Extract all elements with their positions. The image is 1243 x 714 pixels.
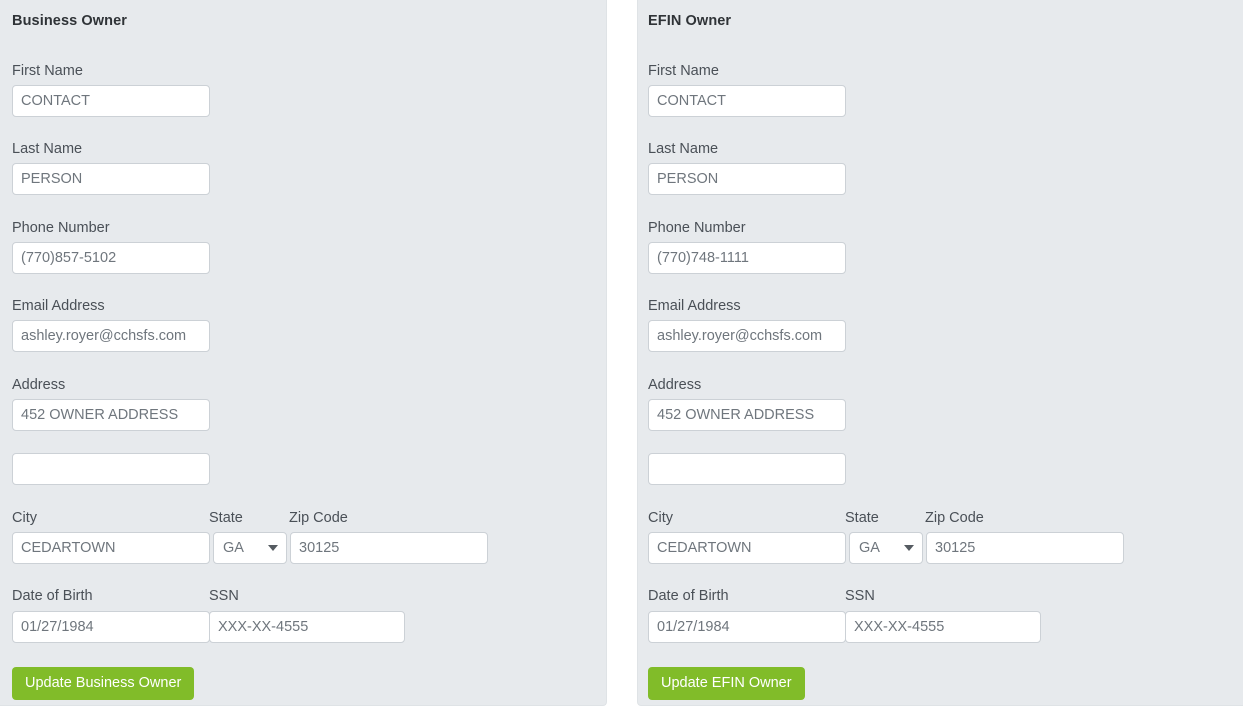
business-last-name-input[interactable]: PERSON: [12, 163, 210, 195]
efin-state-select[interactable]: GA: [849, 532, 923, 564]
business-address-line2-input[interactable]: [12, 453, 210, 485]
business-phone-input[interactable]: (770)857-5102: [12, 242, 210, 274]
efin-address-label: Address: [648, 378, 701, 393]
efin-first-name-input[interactable]: CONTACT: [648, 85, 846, 117]
efin-ssn-label: SSN: [845, 589, 875, 604]
business-city-label: City: [12, 511, 37, 526]
efin-email-label: Email Address: [648, 299, 741, 314]
business-state-select[interactable]: GA: [213, 532, 287, 564]
efin-address-line1-input[interactable]: 452 OWNER ADDRESS: [648, 399, 846, 431]
efin-phone-input[interactable]: (770)748-1111: [648, 242, 846, 274]
efin-state-label: State: [845, 511, 879, 526]
efin-last-name-input[interactable]: PERSON: [648, 163, 846, 195]
business-owner-title: Business Owner: [12, 13, 127, 29]
business-city-input[interactable]: CEDARTOWN: [12, 532, 210, 564]
business-zip-label: Zip Code: [289, 511, 348, 526]
business-last-name-label: Last Name: [12, 142, 82, 157]
business-address-line1-input[interactable]: 452 OWNER ADDRESS: [12, 399, 210, 431]
efin-state-value: GA: [859, 533, 880, 563]
business-zip-input[interactable]: 30125: [290, 532, 488, 564]
efin-zip-label: Zip Code: [925, 511, 984, 526]
efin-city-label: City: [648, 511, 673, 526]
business-first-name-label: First Name: [12, 64, 83, 79]
efin-first-name-label: First Name: [648, 64, 719, 79]
update-business-owner-button[interactable]: Update Business Owner: [12, 667, 194, 700]
efin-owner-panel: EFIN Owner First Name CONTACT Last Name …: [637, 0, 1243, 706]
business-dob-label: Date of Birth: [12, 589, 93, 604]
efin-email-input[interactable]: ashley.royer@cchsfs.com: [648, 320, 846, 352]
business-state-label: State: [209, 511, 243, 526]
update-efin-owner-button[interactable]: Update EFIN Owner: [648, 667, 805, 700]
business-ssn-label: SSN: [209, 589, 239, 604]
efin-city-input[interactable]: CEDARTOWN: [648, 532, 846, 564]
business-phone-label: Phone Number: [12, 221, 110, 236]
efin-dob-label: Date of Birth: [648, 589, 729, 604]
owner-forms-page: Business Owner First Name CONTACT Last N…: [0, 0, 1243, 714]
chevron-down-icon: [268, 545, 278, 551]
business-state-value: GA: [223, 533, 244, 563]
chevron-down-icon: [904, 545, 914, 551]
business-owner-panel-body: Business Owner First Name CONTACT Last N…: [0, 0, 606, 705]
efin-address-line2-input[interactable]: [648, 453, 846, 485]
business-ssn-input[interactable]: XXX-XX-4555: [209, 611, 405, 643]
efin-zip-input[interactable]: 30125: [926, 532, 1124, 564]
efin-phone-label: Phone Number: [648, 221, 746, 236]
efin-owner-panel-body: EFIN Owner First Name CONTACT Last Name …: [638, 0, 1243, 705]
business-address-label: Address: [12, 378, 65, 393]
efin-dob-input[interactable]: 01/27/1984: [648, 611, 846, 643]
efin-owner-title: EFIN Owner: [648, 13, 731, 29]
business-dob-input[interactable]: 01/27/1984: [12, 611, 210, 643]
efin-ssn-input[interactable]: XXX-XX-4555: [845, 611, 1041, 643]
business-owner-panel: Business Owner First Name CONTACT Last N…: [0, 0, 607, 706]
business-email-input[interactable]: ashley.royer@cchsfs.com: [12, 320, 210, 352]
business-email-label: Email Address: [12, 299, 105, 314]
efin-last-name-label: Last Name: [648, 142, 718, 157]
business-first-name-input[interactable]: CONTACT: [12, 85, 210, 117]
